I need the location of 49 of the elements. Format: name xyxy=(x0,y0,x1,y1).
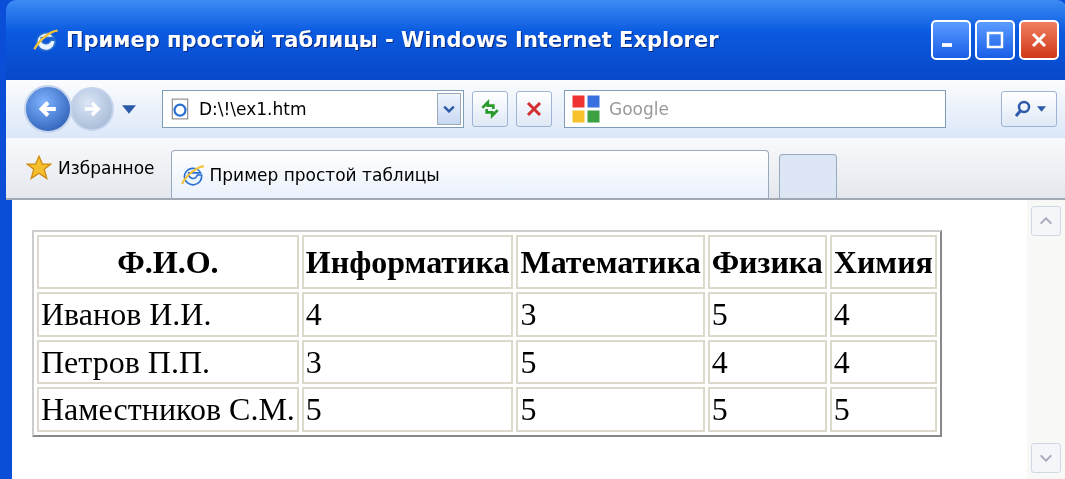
search-provider-icon xyxy=(571,94,601,124)
address-bar[interactable]: D:\!\ex1.htm xyxy=(162,90,464,128)
maximize-button[interactable] xyxy=(975,20,1015,60)
page-icon xyxy=(169,98,191,120)
address-field[interactable]: D:\!\ex1.htm xyxy=(197,98,437,120)
chevron-icon xyxy=(443,105,455,113)
refresh-icon xyxy=(479,98,501,120)
table-cell: 4 xyxy=(301,292,514,337)
maximize-icon xyxy=(985,30,1005,50)
browser-tab[interactable]: Пример простой таблицы xyxy=(170,150,769,198)
table-cell: 4 xyxy=(707,339,827,385)
table-cell: Иванов И.И. xyxy=(37,292,299,337)
favorites-button[interactable]: Избранное xyxy=(20,155,161,181)
chevron-icon xyxy=(1039,454,1053,462)
column-header: Математика xyxy=(516,235,705,290)
table-cell: 5 xyxy=(707,387,827,432)
column-header: Физика xyxy=(707,235,827,290)
table-cell: 4 xyxy=(829,292,937,337)
minimize-button[interactable] xyxy=(931,20,971,60)
column-header: Ф.И.О. xyxy=(37,235,299,290)
close-button[interactable] xyxy=(1019,20,1059,60)
dropdown-arrow-icon[interactable] xyxy=(122,104,136,114)
table-cell: 3 xyxy=(301,339,514,385)
dropdown-button[interactable] xyxy=(437,93,461,125)
star-icon xyxy=(26,155,52,181)
table-cell: Наместников С.М. xyxy=(37,387,299,432)
search-field[interactable]: Google xyxy=(607,98,945,120)
minimize-icon xyxy=(942,43,952,47)
column-header: Химия xyxy=(829,235,937,290)
window-title: Пример простой таблицы - Windows Internet Explorer xyxy=(66,28,720,52)
stop-button[interactable] xyxy=(516,91,552,127)
close-icon xyxy=(524,99,544,119)
search-button[interactable] xyxy=(1001,91,1057,127)
table-cell: 5 xyxy=(516,339,705,385)
caret-icon xyxy=(1036,106,1046,112)
table-cell: 5 xyxy=(829,387,937,432)
table-cell: 4 xyxy=(829,339,937,385)
chevron-icon xyxy=(1039,217,1053,225)
table-cell: 5 xyxy=(516,387,705,432)
table-cell: 3 xyxy=(516,292,705,337)
close-icon xyxy=(1029,30,1049,50)
search-bar[interactable]: Google xyxy=(564,90,946,128)
search-icon xyxy=(1012,99,1033,119)
table-cell: 5 xyxy=(707,292,827,337)
refresh-button[interactable] xyxy=(472,91,508,127)
back-button[interactable] xyxy=(24,85,72,133)
column-header: Информатика xyxy=(301,235,514,290)
table-cell: 5 xyxy=(301,387,514,432)
table-cell: Петров П.П. xyxy=(37,339,299,385)
